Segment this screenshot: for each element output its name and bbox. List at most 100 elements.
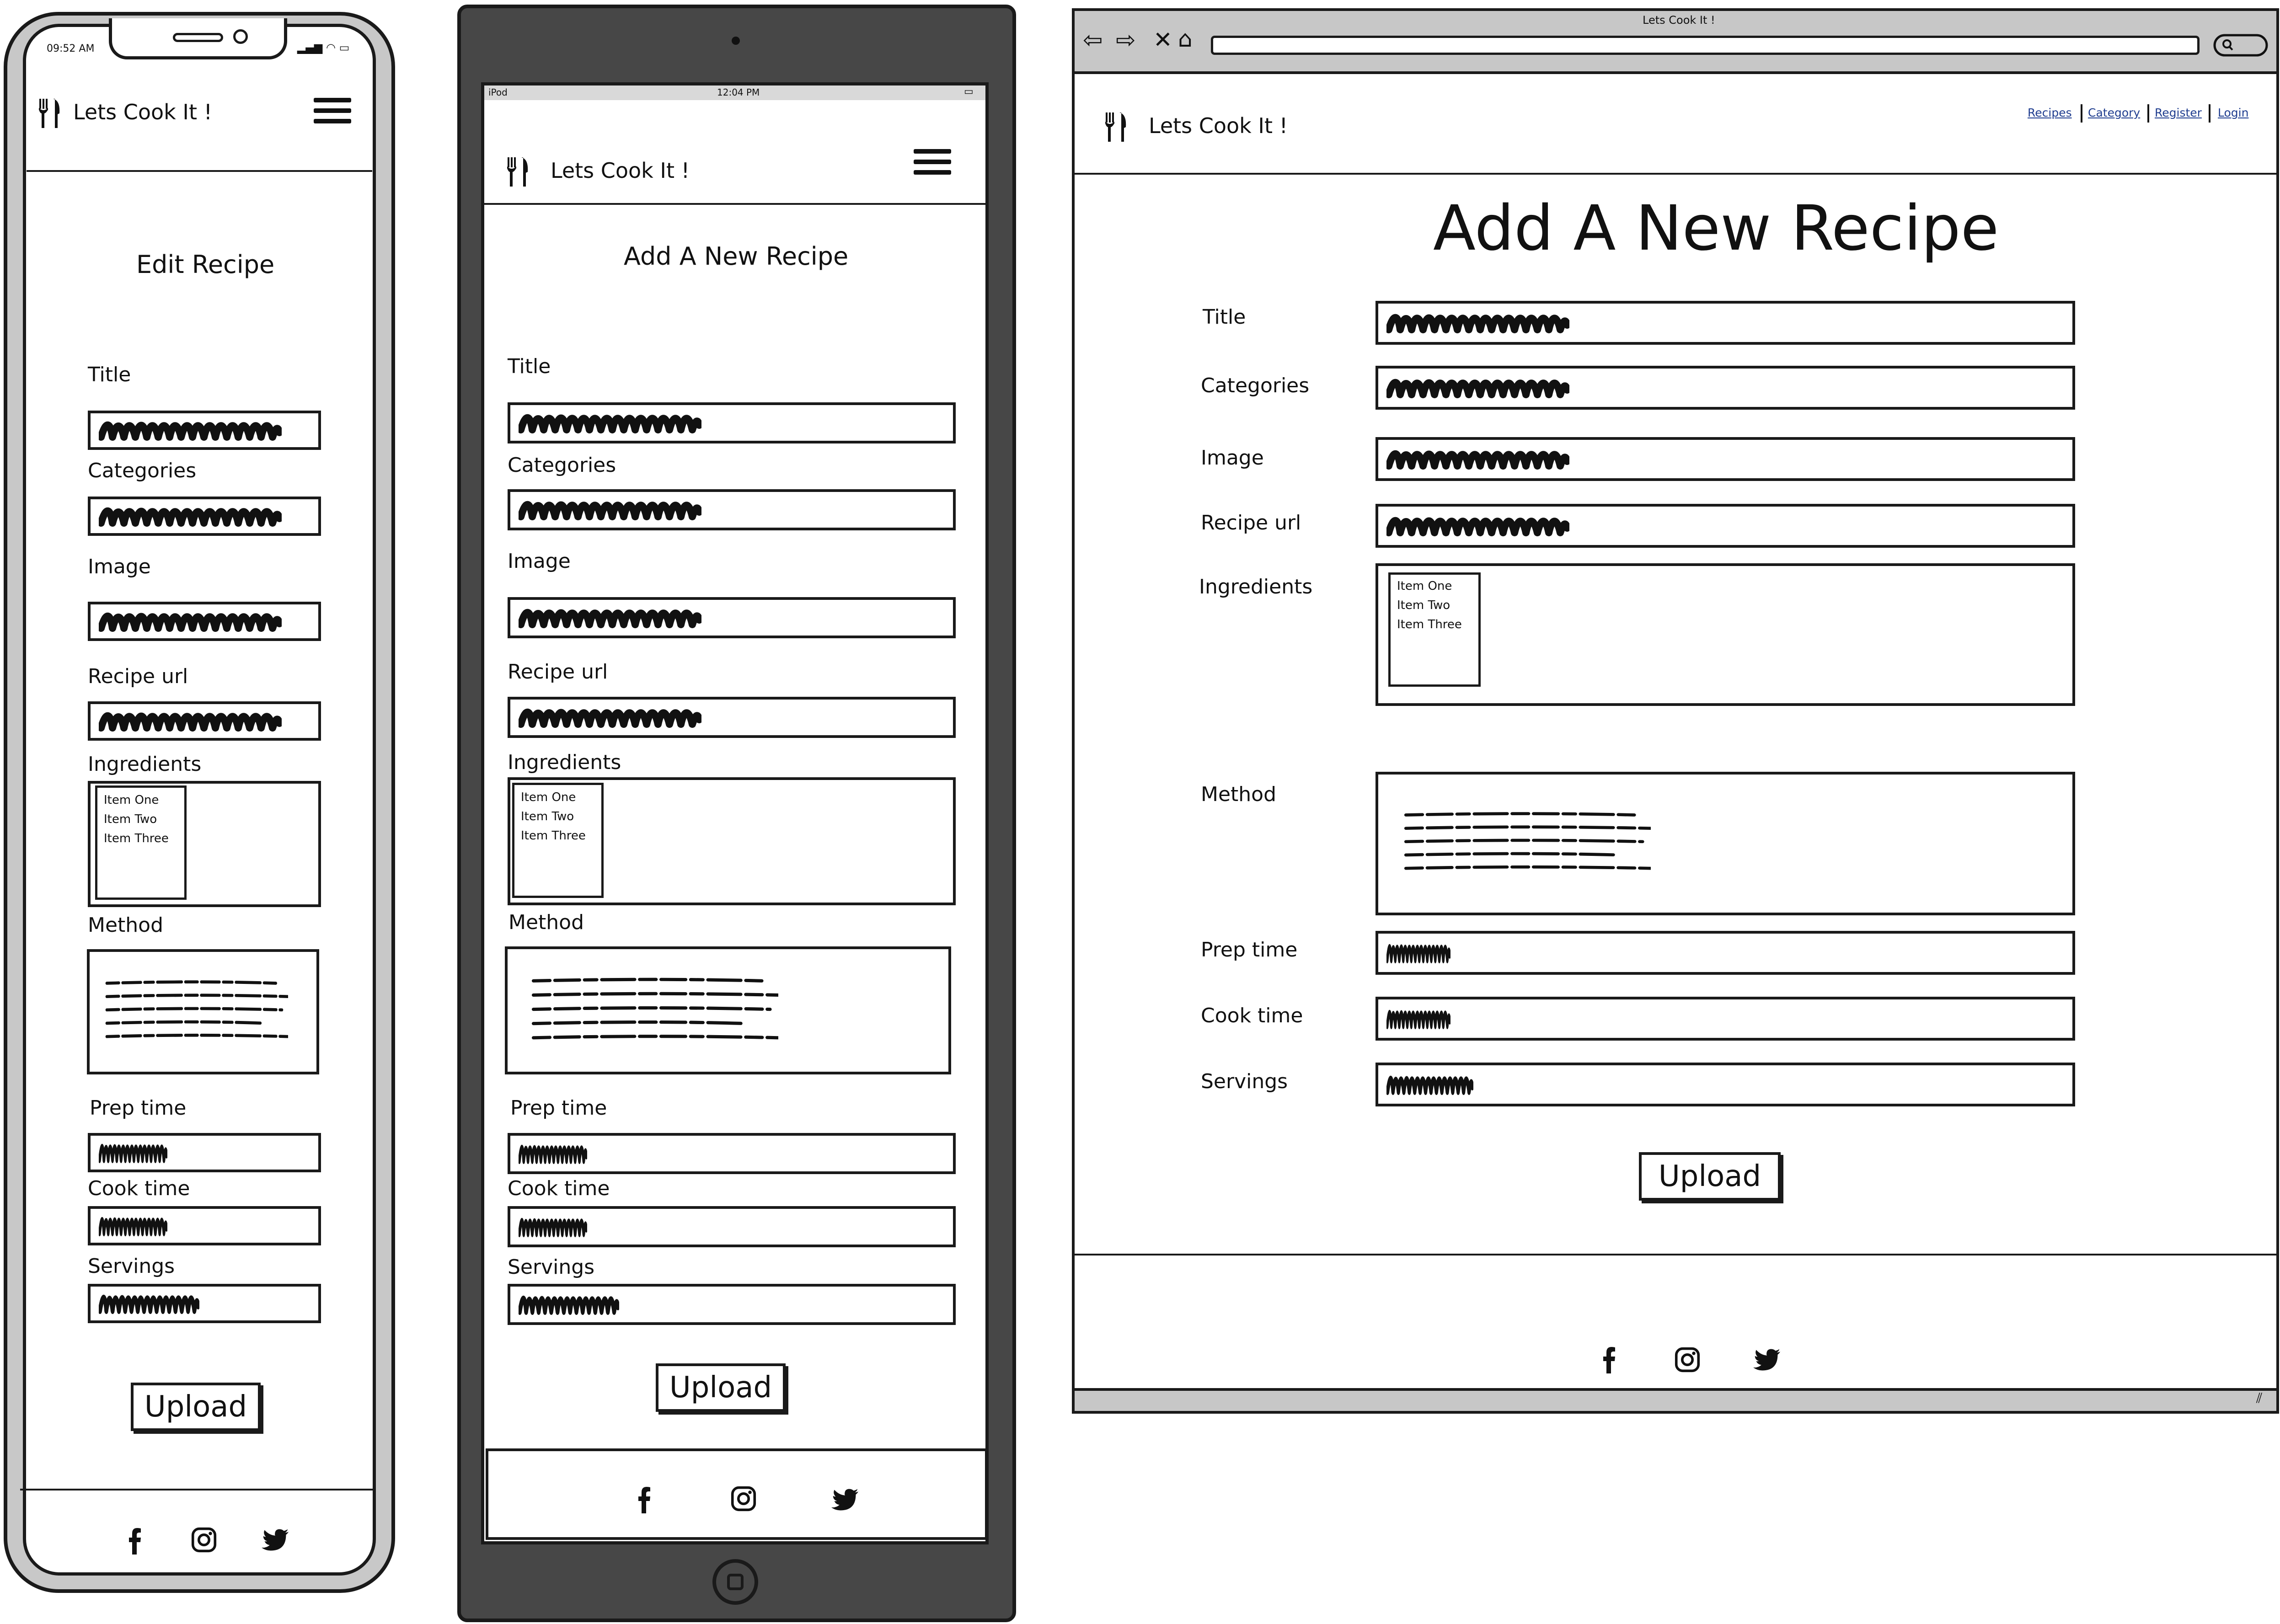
desktop-recipe-url-label: Recipe url (1201, 511, 1301, 534)
placeholder-scribble (519, 606, 701, 629)
phone-upload-button[interactable]: Upload (131, 1383, 261, 1431)
phone-servings-input[interactable] (88, 1284, 321, 1323)
phone-image-input[interactable] (88, 602, 321, 641)
phone-prep-time-label: Prep time (90, 1096, 187, 1120)
placeholder-scribble (1386, 376, 1569, 399)
tablet-categories-input[interactable] (508, 489, 956, 530)
browser-window-title: Lets Cook It ! (1643, 14, 1715, 27)
tablet-ingredients-label: Ingredients (508, 751, 621, 774)
stop-x-icon[interactable]: ✕ (1153, 28, 1172, 51)
desktop-footer-divider (1075, 1254, 2276, 1255)
search-icon[interactable] (2213, 34, 2268, 57)
twitter-icon[interactable] (262, 1529, 289, 1552)
phone-prep-time-input[interactable] (88, 1133, 321, 1172)
hamburger-menu-icon[interactable] (914, 149, 951, 181)
phone-app-title: Lets Cook It ! (73, 100, 213, 124)
tablet-servings-input[interactable] (508, 1284, 956, 1325)
phone-status-icons: ▂▄▆ ◠ ▭ (297, 41, 350, 54)
list-item[interactable]: Item Two (104, 813, 157, 825)
tablet-image-label: Image (508, 550, 571, 573)
method-text-scribble (105, 978, 288, 1046)
placeholder-scribble (1386, 311, 1569, 334)
nav-link-register[interactable]: Register (2155, 107, 2202, 118)
facebook-icon[interactable] (637, 1486, 651, 1513)
placeholder-scribble (1386, 448, 1569, 470)
desktop-image-label: Image (1201, 446, 1264, 470)
tablet-method-textarea[interactable] (505, 946, 951, 1074)
list-item[interactable]: Item Two (521, 811, 574, 823)
phone-cook-time-input[interactable] (88, 1206, 321, 1245)
phone-title-input[interactable] (88, 411, 321, 450)
list-item[interactable]: Item Three (521, 830, 586, 842)
tablet-ingredients-list[interactable]: Item One Item Two Item Three (512, 783, 604, 898)
list-item[interactable]: Item Two (1397, 599, 1450, 611)
desktop-categories-label: Categories (1201, 374, 1310, 397)
home-icon[interactable]: ⌂ (1178, 27, 1193, 50)
desktop-ingredients-label: Ingredients (1199, 575, 1313, 598)
utensils-icon (505, 155, 532, 187)
tablet-cook-time-input[interactable] (508, 1206, 956, 1247)
desktop-title-input[interactable] (1375, 301, 2075, 345)
phone-categories-input[interactable] (88, 497, 321, 536)
desktop-categories-input[interactable] (1375, 366, 2075, 410)
twitter-icon[interactable] (831, 1489, 859, 1512)
nav-link-category[interactable]: Category (2088, 107, 2140, 118)
list-item[interactable]: Item One (104, 794, 159, 806)
instagram-icon[interactable] (731, 1486, 756, 1512)
nav-link-login[interactable]: Login (2218, 107, 2248, 118)
facebook-icon[interactable] (128, 1527, 142, 1555)
placeholder-scribble (1386, 514, 1569, 537)
tablet-camera (732, 37, 740, 45)
nav-link-recipes[interactable]: Recipes (2028, 107, 2072, 118)
desktop-servings-input[interactable] (1375, 1063, 2075, 1106)
tablet-image-input[interactable] (508, 597, 956, 638)
tablet-upload-button[interactable]: Upload (656, 1363, 786, 1412)
desktop-header-divider (1075, 173, 2276, 175)
tablet-prep-time-input[interactable] (508, 1133, 956, 1174)
tablet-title-input[interactable] (508, 402, 956, 443)
phone-servings-label: Servings (88, 1255, 175, 1278)
list-item[interactable]: Item One (1397, 580, 1452, 592)
phone-ingredients-list[interactable]: Item One Item Two Item Three (95, 785, 187, 900)
tablet-categories-label: Categories (508, 454, 616, 477)
tablet-recipe-url-input[interactable] (508, 697, 956, 738)
placeholder-scribble (1386, 1073, 1473, 1096)
placeholder-scribble (99, 419, 282, 442)
phone-page-heading: Edit Recipe (136, 250, 275, 279)
desktop-upload-button[interactable]: Upload (1639, 1152, 1781, 1201)
back-arrow-icon[interactable]: ⇦ (1083, 28, 1103, 52)
hamburger-menu-icon[interactable] (314, 98, 351, 129)
resize-handle-icon[interactable]: ⫽ (2256, 1392, 2262, 1405)
desktop-prep-time-input[interactable] (1375, 931, 2075, 975)
phone-method-textarea[interactable] (87, 949, 319, 1074)
phone-title-label: Title (88, 363, 131, 386)
tablet-method-label: Method (508, 911, 584, 934)
tablet-servings-label: Servings (508, 1255, 595, 1279)
browser-address-bar[interactable] (1211, 36, 2200, 55)
desktop-recipe-url-input[interactable] (1375, 504, 2075, 548)
desktop-ingredients-list[interactable]: Item One Item Two Item Three (1388, 572, 1481, 687)
phone-cook-time-label: Cook time (88, 1177, 190, 1200)
list-item[interactable]: Item Three (1397, 619, 1462, 630)
desktop-image-input[interactable] (1375, 437, 2075, 481)
instagram-icon[interactable] (191, 1527, 217, 1553)
tablet-title-label: Title (508, 355, 551, 378)
instagram-icon[interactable] (1675, 1347, 1700, 1373)
desktop-method-textarea[interactable] (1375, 772, 2075, 915)
twitter-icon[interactable] (1753, 1349, 1781, 1372)
placeholder-scribble (99, 1141, 167, 1164)
desktop-title-label: Title (1203, 305, 1246, 329)
desktop-cook-time-input[interactable] (1375, 997, 2075, 1041)
phone-recipe-url-input[interactable] (88, 701, 321, 741)
wireframe-canvas: { "app_title": "Lets Cook It !", "status… (0, 0, 2280, 1624)
placeholder-scribble (519, 706, 701, 729)
desktop-method-label: Method (1201, 783, 1277, 806)
forward-arrow-icon[interactable]: ⇨ (1116, 28, 1136, 52)
list-item[interactable]: Item One (521, 791, 576, 803)
tablet-app-title: Lets Cook It ! (551, 158, 690, 183)
phone-ingredients-label: Ingredients (88, 753, 202, 776)
placeholder-scribble (519, 1142, 587, 1165)
list-item[interactable]: Item Three (104, 833, 169, 844)
phone-recipe-url-label: Recipe url (88, 665, 188, 688)
facebook-icon[interactable] (1602, 1346, 1616, 1373)
